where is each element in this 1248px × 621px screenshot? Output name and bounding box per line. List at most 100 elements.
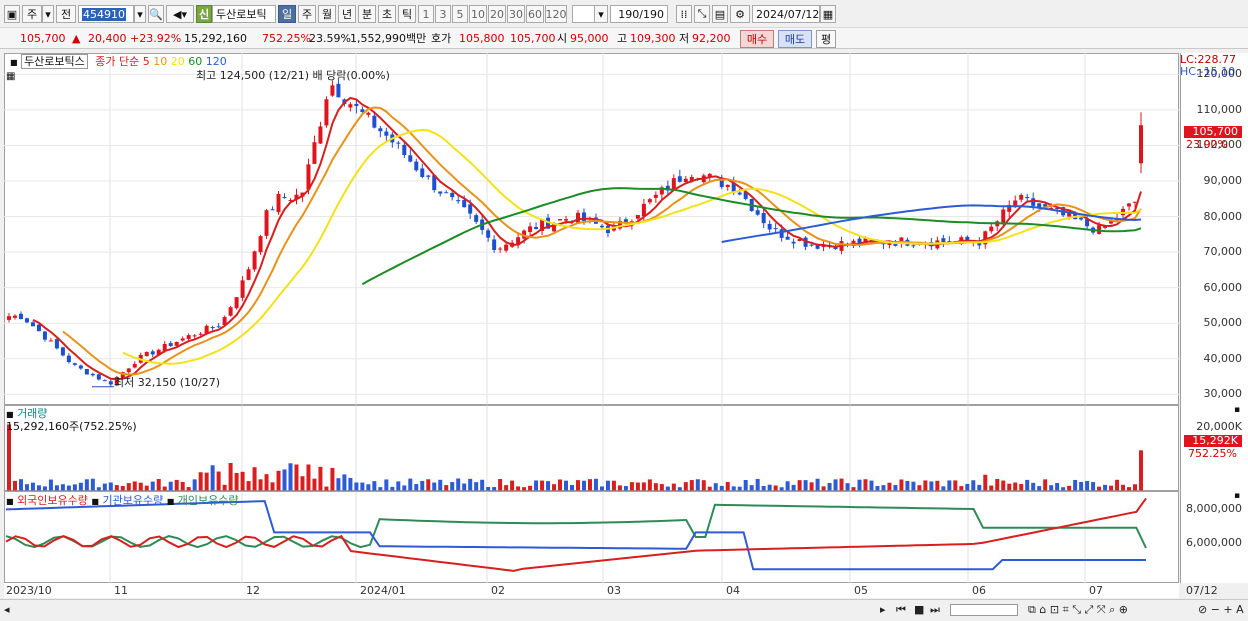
draw-icon[interactable]: ⤡ xyxy=(694,5,710,23)
volume-bar xyxy=(42,486,47,491)
candle-body xyxy=(462,200,467,208)
volume-bar xyxy=(1079,482,1084,491)
scroll-left-icon[interactable]: ◂ xyxy=(4,603,10,617)
period-tab-5[interactable]: 초 xyxy=(378,5,396,23)
grid-icon[interactable]: ⁞⁞ xyxy=(676,5,692,23)
interval-tab-0[interactable]: 1 xyxy=(418,5,434,23)
menu-square-icon[interactable]: ■ xyxy=(10,58,18,67)
current-price: 105,700 xyxy=(20,32,66,45)
interval-dropdown-icon[interactable]: ▾ xyxy=(594,5,608,23)
stop-icon[interactable]: ■ xyxy=(914,603,924,617)
volume-bar xyxy=(947,480,952,491)
buy-button[interactable]: 매수 xyxy=(740,30,774,48)
candle-body xyxy=(246,269,251,280)
candle-body xyxy=(312,142,317,164)
candle-body xyxy=(647,199,652,203)
date-field[interactable]: 2024/07/12 xyxy=(752,5,820,23)
interval-tab-2[interactable]: 5 xyxy=(452,5,468,23)
candle-body xyxy=(318,126,323,144)
volume-bar xyxy=(558,479,563,491)
candle-body xyxy=(761,213,766,224)
volume-bar xyxy=(7,424,11,491)
stock-label[interactable]: 두산로보틱스 xyxy=(21,54,88,69)
calendar-icon[interactable]: ▦ xyxy=(820,5,836,23)
volume-bar xyxy=(456,478,461,491)
interval-tab-3[interactable]: 10 xyxy=(469,5,487,23)
market-dropdown-icon[interactable]: ▾ xyxy=(42,5,54,23)
panel-close-icon[interactable]: ▪ xyxy=(1234,405,1240,415)
window-icon[interactable]: ▣ xyxy=(4,5,20,23)
period-tab-6[interactable]: 틱 xyxy=(398,5,416,23)
chart-area[interactable]: ■ 두산로보틱스 종가 단순 5 10 20 60 120 최고 124,500… xyxy=(0,50,1248,621)
table-icon[interactable]: ▦ xyxy=(6,71,15,82)
stock-name: 두산로보틱 xyxy=(216,8,267,21)
prev-button[interactable]: 전 xyxy=(56,5,76,23)
volume-bar xyxy=(90,478,95,491)
volume-bar xyxy=(851,487,856,491)
save-icon[interactable]: ▤ xyxy=(712,5,728,23)
stock-code-input[interactable]: 454910 xyxy=(78,5,134,23)
period-tab-4[interactable]: 분 xyxy=(358,5,376,23)
volume-bar xyxy=(438,479,443,491)
fast-forward-icon[interactable]: ⏭ xyxy=(930,603,940,617)
volume-bar xyxy=(1001,480,1006,491)
candle-body xyxy=(725,184,730,188)
zoom-slider[interactable] xyxy=(950,604,1018,616)
volume-bar xyxy=(180,481,185,491)
volume-bar xyxy=(1115,479,1120,491)
menu-square-icon[interactable]: ■ xyxy=(91,497,99,506)
volume-bar xyxy=(312,478,317,491)
candle-body xyxy=(534,226,539,229)
volume-bar xyxy=(959,486,964,491)
count-field[interactable]: 190/190 xyxy=(610,5,668,23)
candle-body xyxy=(677,176,682,182)
period-tab-2[interactable]: 월 xyxy=(318,5,336,23)
volume-bar xyxy=(342,474,347,491)
holding-legend: ■ 외국인보유수량 ■ 기관보유수량 ■ 개인보유수량 xyxy=(6,492,239,508)
sell-button[interactable]: 매도 xyxy=(778,30,812,48)
interval-tab-6[interactable]: 60 xyxy=(526,5,544,23)
volume-y-label: 20,000K xyxy=(1196,420,1242,433)
candle-body xyxy=(779,229,784,238)
sound-icon[interactable]: ◀▾ xyxy=(166,5,194,23)
market-select[interactable]: 주 xyxy=(22,5,42,23)
menu-square-icon[interactable]: ■ xyxy=(167,497,175,506)
date-value: 2024/07/12 xyxy=(756,7,820,21)
candle-body xyxy=(210,327,215,329)
volume-bar xyxy=(348,477,353,491)
menu-square-icon[interactable]: ■ xyxy=(6,497,14,506)
settings-gear-icon[interactable]: ⚙ xyxy=(730,5,750,23)
volume-bar xyxy=(905,480,910,491)
candle-body xyxy=(126,368,131,373)
volume-bar xyxy=(414,484,419,491)
interval-tab-7[interactable]: 120 xyxy=(545,5,567,23)
volume-bar xyxy=(324,486,329,491)
price-y-label: 30,000 xyxy=(1203,387,1243,401)
ma-title: 종가 단순 xyxy=(95,55,140,68)
ma-period-20: 20 xyxy=(167,55,185,68)
period-tab-3[interactable]: 년 xyxy=(338,5,356,23)
zoom-controls[interactable]: ⊘ − + A xyxy=(1198,603,1244,617)
search-icon[interactable]: 🔍 xyxy=(148,5,164,23)
candle-body xyxy=(456,200,461,202)
scroll-right-icon[interactable]: ▸ xyxy=(880,603,886,617)
volume-bar xyxy=(1037,486,1042,491)
volume-bar xyxy=(779,487,784,491)
interval-tab-1[interactable]: 3 xyxy=(435,5,451,23)
tool-icons[interactable]: ⧉ ⌂ ⊡ ⌗ ⤡ ⤢ ⤧ ⌕ ⊕ xyxy=(1028,603,1128,617)
period-tab-1[interactable]: 주 xyxy=(298,5,316,23)
volume-bar xyxy=(1025,479,1030,491)
low-price: 92,200 xyxy=(692,32,731,45)
volume-bar xyxy=(1061,487,1066,491)
interval-tab-4[interactable]: 20 xyxy=(488,5,506,23)
scrollbar[interactable]: ◂ ▸ ⏮ ■ ⏭ ⧉ ⌂ ⊡ ⌗ ⤡ ⤢ ⤧ ⌕ ⊕ ⊘ − + A xyxy=(0,599,1248,620)
stock-name-field[interactable]: 두산로보틱 xyxy=(212,5,276,23)
period-tab-0[interactable]: 일 xyxy=(278,5,296,23)
panel-close-icon[interactable]: ▪ xyxy=(1234,491,1240,501)
code-dropdown-icon[interactable]: ▾ xyxy=(134,5,146,23)
rewind-icon[interactable]: ⏮ xyxy=(896,603,906,617)
interval-tab-5[interactable]: 30 xyxy=(507,5,525,23)
eval-button[interactable]: 평 xyxy=(816,30,836,48)
candle-body xyxy=(809,244,814,246)
toolbar: ▣ 주 ▾ 전 454910 ▾ 🔍 ◀▾ 신 두산로보틱 일주월년분초틱 13… xyxy=(0,0,1248,28)
